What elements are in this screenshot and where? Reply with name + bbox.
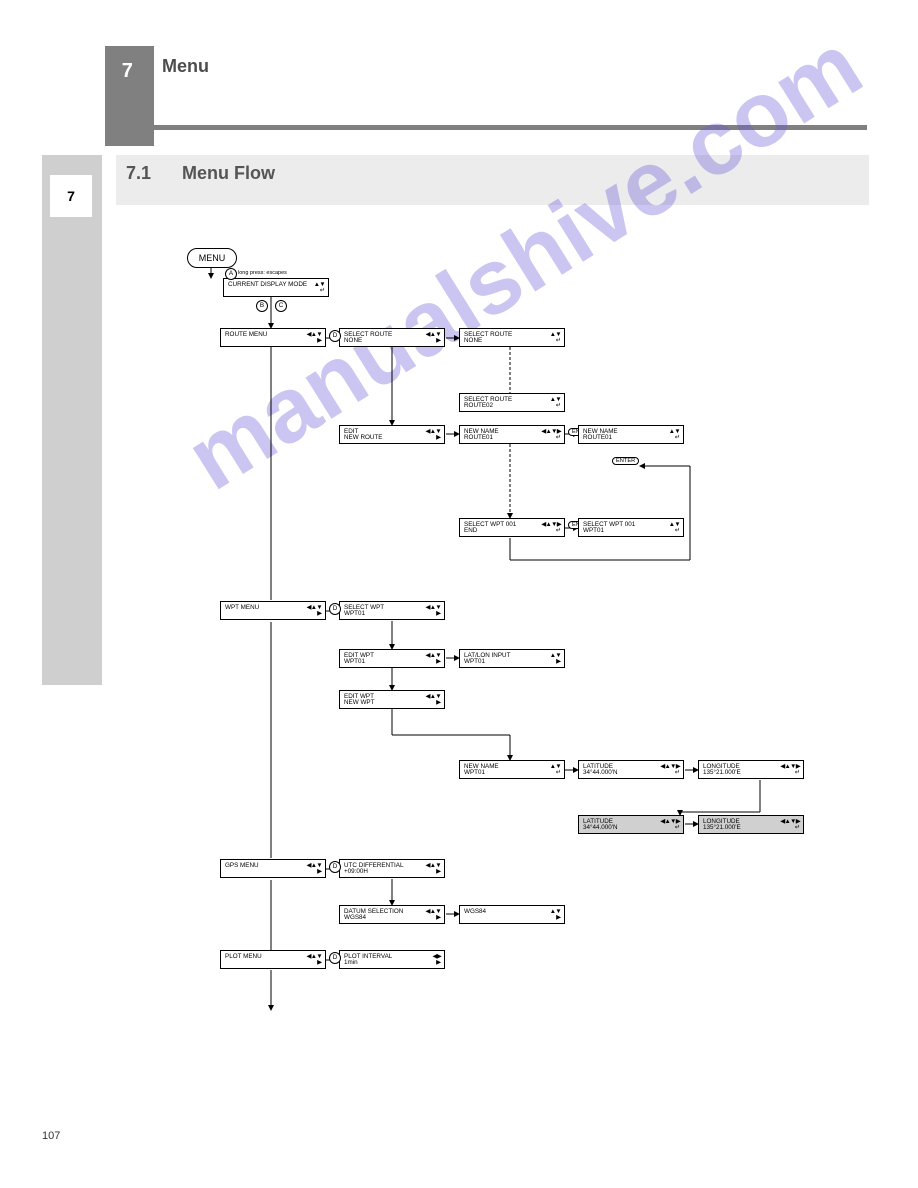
box-line2: WPT01	[344, 610, 430, 617]
box-line2: END	[464, 527, 550, 534]
box-line2: WPT01	[344, 658, 430, 665]
box-line1: PLOT MENU	[225, 953, 311, 960]
box-longitude-2-shaded: LONGITUDE 135°21.000'E ◀▲▼▶ ↵	[698, 815, 804, 834]
box-line2: 1min	[344, 959, 430, 966]
right-icon: ▶	[317, 610, 322, 617]
box-line2: NONE	[464, 337, 550, 344]
box-line1: WPT MENU	[225, 604, 311, 611]
enter-icon: ↵	[320, 287, 325, 294]
enter-icon: ↵	[795, 824, 800, 831]
box-line2: 135°21.000'E	[703, 824, 789, 831]
box-gps-menu: GPS MENU ◀▲▼ ▶	[220, 859, 326, 878]
box-latitude-1: LATITUDE 34°44.000'N ◀▲▼▶ ↵	[578, 760, 684, 779]
right-icon: ▶	[436, 914, 441, 921]
box-line1: ROUTE MENU	[225, 331, 311, 338]
box-line1: CURRENT DISPLAY MODE	[228, 281, 314, 288]
box-plot-menu: PLOT MENU ◀▲▼ ▶	[220, 950, 326, 969]
right-icon: ▶	[436, 868, 441, 875]
right-icon: ▶	[317, 868, 322, 875]
box-select-route-1: SELECT ROUTE NONE ◀▲▼ ▶	[339, 328, 445, 347]
box-edit-wpt: EDIT WPT WPT01 ◀▲▼ ▶	[339, 649, 445, 668]
box-line2: WPT01	[464, 658, 550, 665]
circled-marker-d2: D	[329, 603, 341, 615]
enter-icon: ↵	[556, 769, 561, 776]
circled-marker-d3: D	[329, 861, 341, 873]
circled-marker-a: A	[225, 268, 237, 280]
box-latlon-input: LAT/LON INPUT WPT01 ▲▼ ▶	[459, 649, 565, 668]
box-line2: WGS84	[344, 914, 430, 921]
circled-marker-d4: D	[329, 952, 341, 964]
box-select-wpt-num: SELECT WPT 001 WPT01 ▲▼ ↵	[578, 518, 684, 537]
enter-icon: ↵	[556, 337, 561, 344]
box-line2: NEW ROUTE	[344, 434, 430, 441]
circled-marker-b: B	[256, 300, 268, 312]
enter-pill-2: ENTER	[612, 457, 639, 465]
enter-icon: ↵	[556, 402, 561, 409]
page-root: 7 Menu 7 7.1 Menu Flow manualshive.com	[0, 0, 918, 1188]
box-line2: NEW WPT	[344, 699, 430, 706]
box-edit-new-wpt: EDIT WPT NEW WPT ◀▲▼ ▶	[339, 690, 445, 709]
box-wpt-menu: WPT MENU ◀▲▼ ▶	[220, 601, 326, 620]
box-line2: ROUTE01	[583, 434, 669, 441]
enter-icon: ↵	[675, 434, 680, 441]
circled-marker-d: D	[329, 330, 341, 342]
box-longitude-1: LONGITUDE 135°21.000'E ◀▲▼▶ ↵	[698, 760, 804, 779]
box-utc-diff: UTC DIFFERENTIAL +09:00H ◀▲▼ ▶	[339, 859, 445, 878]
box-line1: WGS84	[464, 908, 550, 915]
enter-icon: ↵	[795, 769, 800, 776]
box-line2: ROUTE02	[464, 402, 550, 409]
box-edit-new-route: EDIT NEW ROUTE ◀▲▼ ▶	[339, 425, 445, 444]
right-icon: ▶	[436, 610, 441, 617]
box-new-wpt-name: NEW NAME WPT01 ▲▼ ↵	[459, 760, 565, 779]
box-line2: +09:00H	[344, 868, 430, 875]
box-line2: ROUTE01	[464, 434, 550, 441]
box-line2: NONE	[344, 337, 430, 344]
box-line2: 135°21.000'E	[703, 769, 789, 776]
box-plot-interval: PLOT INTERVAL 1min ◀▶ ▶	[339, 950, 445, 969]
enter-icon: ↵	[675, 769, 680, 776]
enter-icon: ↵	[556, 434, 561, 441]
right-icon: ▶	[436, 434, 441, 441]
page-number: 107	[42, 1130, 60, 1142]
box-line2: WPT01	[464, 769, 550, 776]
right-icon: ▶	[436, 959, 441, 966]
box-new-name-confirm: NEW NAME ROUTE01 ▲▼ ↵	[578, 425, 684, 444]
box-current-display: CURRENT DISPLAY MODE ▲▼ ↵	[223, 278, 329, 297]
enter-icon: ↵	[675, 824, 680, 831]
circled-marker-c: C	[275, 300, 287, 312]
box-latitude-2-shaded: LATITUDE 34°44.000'N ◀▲▼▶ ↵	[578, 815, 684, 834]
flowchart: MENU CURRENT DISPLAY MODE ▲▼ ↵ long pres…	[0, 0, 918, 1188]
right-icon: ▶	[317, 959, 322, 966]
right-icon: ▶	[436, 699, 441, 706]
right-icon: ▶	[436, 658, 441, 665]
box-wgs84: WGS84 ▲▼ ▶	[459, 905, 565, 924]
box-new-name-route: NEW NAME ROUTE01 ◀▲▼▶ ↵	[459, 425, 565, 444]
enter-icon: ↵	[556, 527, 561, 534]
box-line2: 34°44.000'N	[583, 824, 669, 831]
right-icon: ▶	[556, 658, 561, 665]
box-line2: WPT01	[583, 527, 669, 534]
box-line2: 34°44.000'N	[583, 769, 669, 776]
box-datum-select: DATUM SELECTION WGS84 ◀▲▼ ▶	[339, 905, 445, 924]
box-select-route-alt: SELECT ROUTE ROUTE02 ▲▼ ↵	[459, 393, 565, 412]
box-select-wpt-end: SELECT WPT 001 END ◀▲▼▶ ↵	[459, 518, 565, 537]
right-icon: ▶	[556, 914, 561, 921]
flow-connectors	[0, 0, 918, 1188]
escape-hint: long press: escapes	[238, 270, 287, 276]
box-select-route-2: SELECT ROUTE NONE ▲▼ ↵	[459, 328, 565, 347]
box-route-menu: ROUTE MENU ◀▲▼ ▶	[220, 328, 326, 347]
menu-button: MENU	[187, 248, 237, 268]
box-line1: GPS MENU	[225, 862, 311, 869]
right-icon: ▶	[317, 337, 322, 344]
right-icon: ▶	[436, 337, 441, 344]
box-select-wpt: SELECT WPT WPT01 ◀▲▼ ▶	[339, 601, 445, 620]
enter-icon: ↵	[675, 527, 680, 534]
